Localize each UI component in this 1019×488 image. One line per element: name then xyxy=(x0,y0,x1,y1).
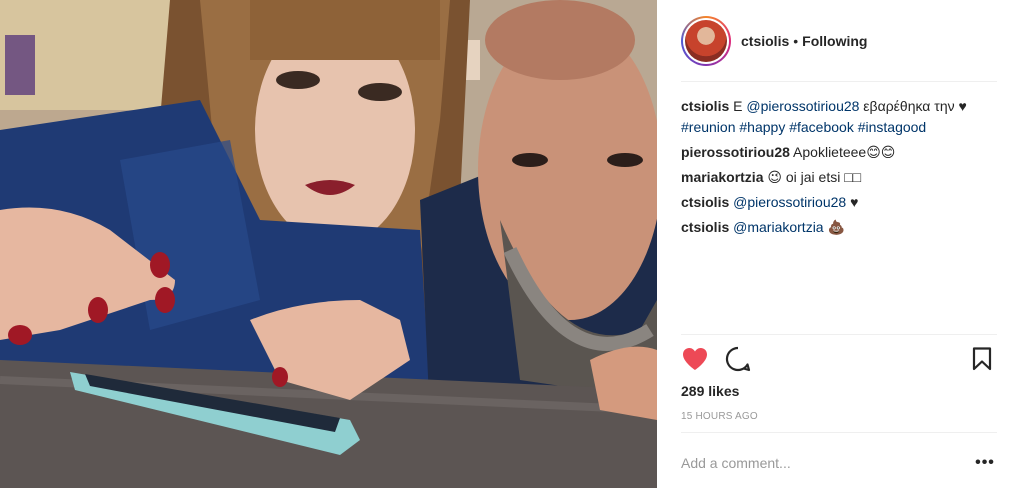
comment-username[interactable]: mariakortzia xyxy=(681,169,763,185)
avatar-image xyxy=(685,20,727,62)
comment-text: ♥ xyxy=(958,98,967,114)
comment-text: 😉 oi jai etsi □□ xyxy=(767,169,862,185)
hashtag-link[interactable]: #reunion xyxy=(681,119,736,135)
mention-link[interactable]: @pierossotiriou28 xyxy=(746,98,859,114)
header-divider xyxy=(681,81,997,82)
post-timestamp[interactable]: 15 HOURS AGO xyxy=(681,411,758,422)
comment-bubble-icon[interactable] xyxy=(723,344,753,374)
comment-row: ctsiolis Ε @pierossotiriou28 εβαρέθηκα τ… xyxy=(681,96,997,138)
add-comment-input[interactable] xyxy=(681,455,973,471)
post-header: ctsiolis • Following xyxy=(681,14,997,68)
comment-text: εβαρέθηκα την xyxy=(859,98,959,114)
comments-list: ctsiolis Ε @pierossotiriou28 εβαρέθηκα τ… xyxy=(681,96,997,242)
comment-text: ♥ xyxy=(846,194,859,210)
action-bar xyxy=(681,344,997,374)
likes-count[interactable]: 289 likes xyxy=(681,383,739,399)
hashtag-link[interactable]: #instagood xyxy=(858,119,927,135)
header-username-link[interactable]: ctsiolis xyxy=(741,33,789,49)
comment-username[interactable]: pierossotiriou28 xyxy=(681,144,790,160)
post-photo[interactable] xyxy=(0,0,657,488)
comment-divider xyxy=(681,432,997,433)
comment-row: ctsiolis @pierossotiriou28 ♥ xyxy=(681,192,997,213)
following-button[interactable]: Following xyxy=(802,33,867,49)
add-comment-row: ••• xyxy=(681,448,997,478)
comment-text: Ε xyxy=(733,98,747,114)
bookmark-icon[interactable] xyxy=(967,344,997,374)
mention-link[interactable]: @pierossotiriou28 xyxy=(733,194,846,210)
comment-row: mariakortzia 😉 oi jai etsi □□ xyxy=(681,167,997,188)
comment-text: 💩 xyxy=(823,219,845,235)
mention-link[interactable]: @mariakortzia xyxy=(733,219,823,235)
heart-filled-icon[interactable] xyxy=(680,344,710,374)
comment-username[interactable]: ctsiolis xyxy=(681,219,729,235)
more-options-icon[interactable]: ••• xyxy=(973,451,997,475)
header-separator: • xyxy=(793,33,799,49)
hashtag-link[interactable]: #facebook xyxy=(789,119,854,135)
comment-text: Apoklieteee😊😊 xyxy=(793,144,896,160)
comment-row: ctsiolis @mariakortzia 💩 xyxy=(681,217,997,238)
comment-username[interactable]: ctsiolis xyxy=(681,194,729,210)
hashtag-link[interactable]: #happy xyxy=(739,119,785,135)
avatar[interactable] xyxy=(681,16,731,66)
comment-username[interactable]: ctsiolis xyxy=(681,98,729,114)
post-photo-drawing xyxy=(0,0,657,488)
actions-divider xyxy=(681,334,997,335)
post-side-panel: ctsiolis • Following ctsiolis Ε @pieross… xyxy=(657,0,1019,488)
comment-row: pierossotiriou28 Apoklieteee😊😊 xyxy=(681,142,997,163)
